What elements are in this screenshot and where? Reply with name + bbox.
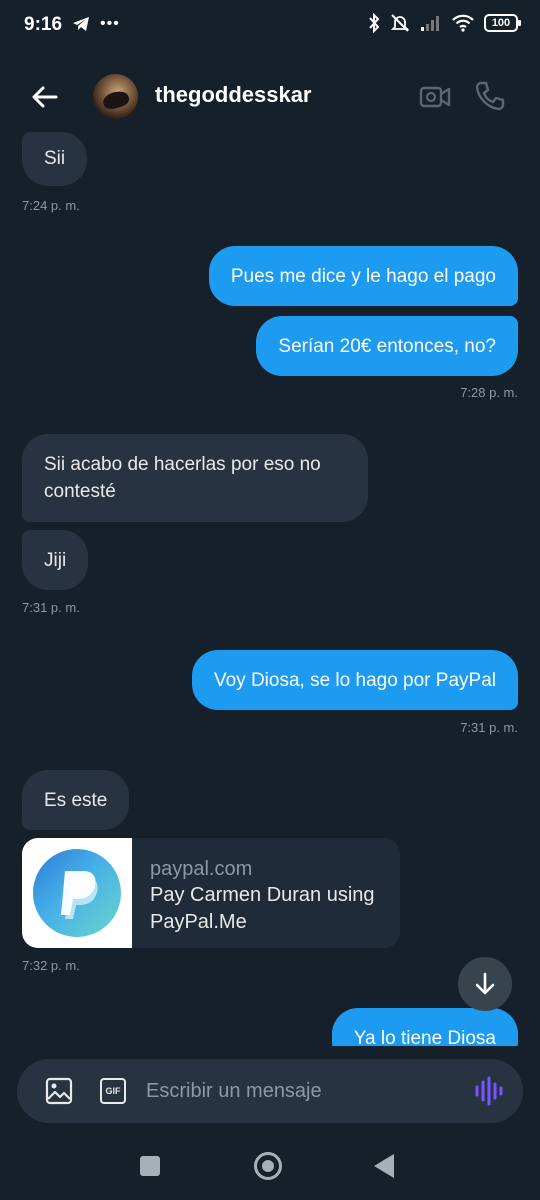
message-bubble-outgoing[interactable]: Pues me dice y le hago el pago [208,246,518,306]
message-timestamp: 7:32 p. m. [22,958,80,973]
arrow-down-icon [475,972,495,995]
mute-bell-icon [390,14,410,32]
link-preview-card[interactable]: paypal.com Pay Carmen Duran using PayPal… [22,838,400,948]
message-bubble-outgoing[interactable]: Serían 20€ entonces, no? [256,316,518,376]
message-bubble-incoming[interactable]: Es este [22,770,130,830]
bluetooth-icon [369,13,380,33]
message-text: Ya lo tiene Diosa [353,1028,496,1046]
link-title: Pay Carmen Duran using PayPal.Me [150,884,375,933]
home-button[interactable] [254,1152,282,1180]
link-thumbnail [22,838,132,948]
phone-icon[interactable] [474,80,506,112]
message-text: Voy Diosa, se lo hago por PayPal [213,670,496,691]
message-timestamp: 7:28 p. m. [460,385,518,400]
link-domain: paypal.com [150,858,253,880]
back-arrow-icon[interactable] [28,80,62,114]
message-text: Sii [44,148,66,169]
status-left-icons: ••• [72,15,120,33]
video-camera-icon[interactable] [419,82,451,112]
message-list[interactable]: Sii 7:24 p. m. Pues me dice y le hago el… [0,132,540,1046]
avatar[interactable] [93,74,138,119]
message-bubble-outgoing[interactable]: Ya lo tiene Diosa [331,1008,518,1046]
image-icon[interactable] [45,1077,73,1105]
message-bubble-incoming[interactable]: Sii [22,132,88,186]
recents-button[interactable] [140,1156,160,1176]
message-timestamp: 7:31 p. m. [22,600,80,615]
message-bubble-incoming[interactable]: Jiji [22,530,89,590]
more-icon: ••• [100,15,120,32]
wifi-icon [452,14,474,32]
message-timestamp: 7:31 p. m. [460,720,518,735]
battery-indicator: 100 [484,14,521,32]
voice-waveform-icon[interactable] [473,1076,503,1106]
signal-icon [421,16,439,31]
chat-header: thegoddesskar [0,60,540,132]
conversation-username[interactable]: thegoddesskar [155,82,312,108]
message-text: Serían 20€ entonces, no? [278,336,496,357]
message-text: Jiji [44,550,67,571]
message-timestamp: 7:24 p. m. [22,198,80,213]
status-time: 9:16 [24,14,63,35]
status-bar: 9:16 ••• 100 [0,0,540,50]
status-right-icons: 100 [368,13,521,33]
gif-icon[interactable]: GIF [100,1078,126,1104]
message-input[interactable] [146,1073,446,1109]
message-bubble-incoming[interactable]: Sii acabo de hacerlas por eso no contest… [22,434,368,522]
message-text: Pues me dice y le hago el pago [230,266,496,287]
system-back-button[interactable] [374,1154,394,1178]
system-navigation-bar [0,1130,540,1200]
message-text: Sii acabo de hacerlas por eso no contest… [44,454,321,502]
telegram-icon [73,17,89,31]
link-info: paypal.com Pay Carmen Duran using PayPal… [132,838,400,948]
message-composer: GIF [17,1059,523,1123]
paypal-logo-icon [33,849,121,937]
message-bubble-outgoing[interactable]: Voy Diosa, se lo hago por PayPal [191,650,518,710]
scroll-to-bottom-button[interactable] [458,957,512,1011]
message-text: Es este [44,790,108,811]
